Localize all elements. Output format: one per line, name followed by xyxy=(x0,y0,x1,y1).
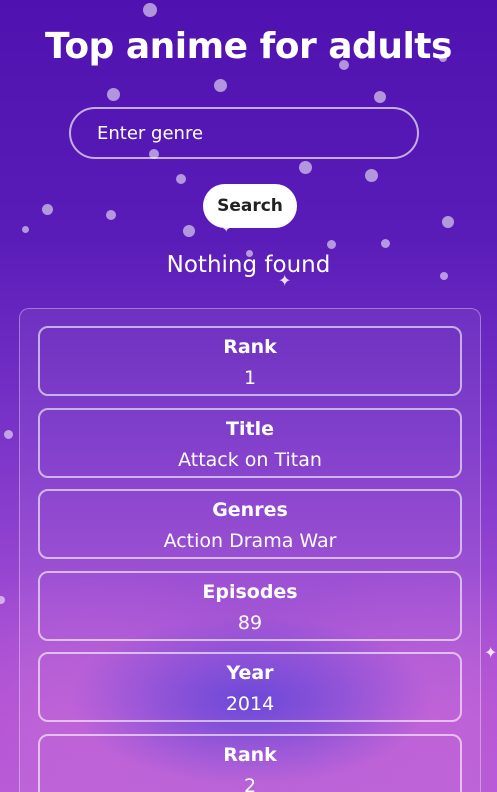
star-dot xyxy=(214,79,227,92)
result-genres-field: Genres Action Drama War xyxy=(38,489,462,559)
star-dot xyxy=(22,226,29,233)
field-value: Action Drama War xyxy=(163,530,337,552)
field-label: Episodes xyxy=(202,581,298,603)
field-label: Rank xyxy=(223,744,277,766)
star-dot xyxy=(143,3,157,17)
star-dot xyxy=(442,216,454,228)
result-rank-field: Rank 2 xyxy=(38,734,462,792)
star-dot xyxy=(381,239,390,248)
field-label: Title xyxy=(226,418,274,440)
star-sparkle-icon: ✦ xyxy=(484,643,497,662)
star-dot xyxy=(4,430,13,439)
star-dot xyxy=(0,596,5,604)
star-dot xyxy=(299,161,312,174)
star-dot xyxy=(183,225,195,237)
star-dot xyxy=(42,204,53,215)
result-episodes-field: Episodes 89 xyxy=(38,571,462,641)
genre-search-input[interactable] xyxy=(69,107,419,159)
star-dot xyxy=(374,91,386,103)
star-dot xyxy=(176,174,186,184)
field-value: 89 xyxy=(237,612,263,634)
search-button[interactable]: Search xyxy=(203,184,297,228)
field-value: 2 xyxy=(243,775,257,792)
result-year-field: Year 2014 xyxy=(38,652,462,722)
star-dot xyxy=(107,88,120,101)
field-label: Rank xyxy=(223,336,277,358)
field-value: 1 xyxy=(243,367,257,389)
field-value: Attack on Titan xyxy=(178,449,322,471)
result-title-field: Title Attack on Titan xyxy=(38,408,462,478)
results-list[interactable]: Rank 1 Title Attack on Titan Genres Acti… xyxy=(19,308,481,792)
field-value: 2014 xyxy=(225,693,275,715)
field-label: Year xyxy=(226,662,274,684)
page-title: Top anime for adults xyxy=(45,26,452,67)
status-message: Nothing found xyxy=(166,252,331,278)
result-rank-field: Rank 1 xyxy=(38,326,462,396)
star-dot xyxy=(327,240,336,249)
star-dot xyxy=(365,169,378,182)
field-label: Genres xyxy=(212,499,288,521)
star-dot xyxy=(106,210,116,220)
